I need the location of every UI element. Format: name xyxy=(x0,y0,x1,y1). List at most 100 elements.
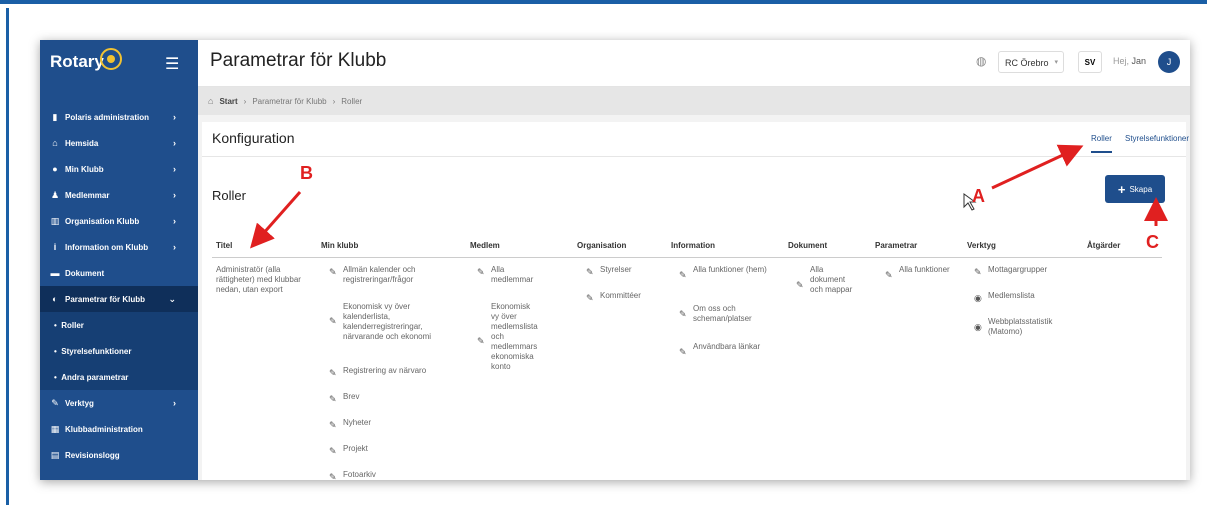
wrench-icon: ✎ xyxy=(51,398,59,408)
rotary-logo-text: Rotary xyxy=(50,52,104,71)
sidebar-subitem-andra-parametrar[interactable]: • Andra parametrar xyxy=(40,364,198,390)
edit-icon[interactable]: ✎ xyxy=(885,270,893,280)
perm-label: Medlemslista xyxy=(988,291,1035,300)
folder-icon: ▬ xyxy=(50,268,60,278)
perm-item: ✎ Nyheter xyxy=(329,418,459,430)
sidebar-item-label: Polaris administration xyxy=(65,112,150,122)
globe-icon: ● xyxy=(52,164,58,174)
edit-icon[interactable]: ✎ xyxy=(329,446,337,456)
chevron-right-icon: › xyxy=(173,242,176,252)
config-card: Konfiguration Roller Styrelsefunktioner … xyxy=(202,122,1189,480)
sidebar-item-min-klubb[interactable]: ● Min Klubb › xyxy=(40,156,198,182)
language-button[interactable]: SV xyxy=(1078,51,1102,73)
perm-label: Fotoarkiv xyxy=(343,470,376,479)
edit-icon[interactable]: ✎ xyxy=(329,316,337,326)
edit-icon[interactable]: ✎ xyxy=(329,368,337,378)
edit-icon[interactable]: ✎ xyxy=(329,394,337,404)
perm-label: Webbplatsstatistik (Matomo) xyxy=(988,317,1053,336)
perm-label: Ekonomisk vy över medlemslista och medle… xyxy=(491,302,538,371)
perm-item: ✎ Styrelser xyxy=(586,265,666,277)
perm-label: Alla funktioner xyxy=(899,265,950,274)
chevron-right-icon: › xyxy=(173,216,176,226)
edit-icon[interactable]: ✎ xyxy=(586,293,594,303)
eye-icon[interactable]: ◉ xyxy=(974,322,982,332)
chevron-down-icon: ⌄ xyxy=(168,293,176,304)
perm-label: Nyheter xyxy=(343,418,372,427)
edit-icon[interactable]: ✎ xyxy=(329,420,337,430)
sidebar-item-information[interactable]: i Information om Klubb › xyxy=(40,234,198,260)
perm-item: ✎ Alla funktioner xyxy=(885,265,955,280)
breadcrumb-roller: Roller xyxy=(341,96,363,106)
sidebar-item-organisation[interactable]: ▥ Organisation Klubb › xyxy=(40,208,198,234)
sidebar-subitem-roller[interactable]: • Roller xyxy=(40,312,198,338)
col-header-atgarder: Åtgärder xyxy=(1087,241,1121,250)
sidebar-item-label: Hemsida xyxy=(65,138,99,148)
col-header-organisation: Organisation xyxy=(577,241,627,250)
eye-icon[interactable]: ◉ xyxy=(974,293,982,303)
edit-icon[interactable]: ✎ xyxy=(477,336,485,346)
menu-collapse-icon[interactable]: ☰ xyxy=(165,54,179,74)
sidebar-header: Rotary ☰ xyxy=(40,40,198,86)
avatar[interactable]: J xyxy=(1158,51,1180,73)
sidebar-item-parametrar[interactable]: ◐ Parametrar för Klubb ⌄ xyxy=(40,286,198,312)
sidebar-subitem-styrelsefunktioner[interactable]: • Styrelsefunktioner xyxy=(40,338,198,364)
club-select[interactable]: RC Örebro ▾ xyxy=(998,51,1064,73)
top-border xyxy=(0,0,1207,6)
chevron-right-icon: › xyxy=(173,164,176,174)
sidebar-item-medlemmar[interactable]: ♟ Medlemmar › xyxy=(40,182,198,208)
perm-label: Kommittéer xyxy=(600,291,641,300)
sidebar-spacer xyxy=(40,86,198,104)
chevron-right-icon: › xyxy=(173,190,176,200)
edit-icon[interactable]: ✎ xyxy=(679,270,687,280)
edit-icon[interactable]: ✎ xyxy=(974,267,982,277)
col-header-min-klubb: Min klubb xyxy=(321,241,359,250)
info-icon: i xyxy=(53,242,57,252)
page-title: Parametrar för Klubb xyxy=(210,50,387,71)
sidebar-item-label: Min Klubb xyxy=(65,164,104,174)
perm-label: Registrering av närvaro xyxy=(343,366,427,375)
sidebar-subitem-label: Andra parametrar xyxy=(61,372,129,382)
perm-item: ✎ Om oss och scheman/platser xyxy=(679,304,769,324)
edit-icon[interactable]: ✎ xyxy=(329,267,337,277)
sidebar-item-hemsida[interactable]: ⌂ Hemsida › xyxy=(40,130,198,156)
col-header-dokument: Dokument xyxy=(788,241,828,250)
sidebar-item-polaris[interactable]: ▮ Polaris administration › xyxy=(40,104,198,130)
sidebar-item-label: Dokument xyxy=(65,268,105,278)
sidebar-item-dokument[interactable]: ▬ Dokument xyxy=(40,260,198,286)
perm-label: Om oss och scheman/platser xyxy=(693,304,752,323)
card-header: Konfiguration Roller Styrelsefunktioner xyxy=(202,122,1189,157)
col-header-titel[interactable]: Titel xyxy=(216,241,232,250)
sidebar-subitem-label: Roller xyxy=(61,320,84,330)
globe-icon[interactable]: ◍ xyxy=(976,54,986,68)
section-title: Roller xyxy=(212,188,246,203)
perm-item: ✎ Alla medlemmar xyxy=(477,265,539,285)
row-title: Administratör (alla rättigheter) med klu… xyxy=(216,265,301,294)
sidebar-item-klubbadministration[interactable]: ▦ Klubbadministration xyxy=(40,416,198,442)
perm-label: Alla funktioner (hem) xyxy=(693,265,767,274)
perm-item: ◉ Medlemslista xyxy=(974,291,1084,303)
create-button[interactable]: + Skapa xyxy=(1105,175,1165,203)
edit-icon[interactable]: ✎ xyxy=(679,347,687,357)
sidebar-item-revisionslogg[interactable]: ▤ Revisionslogg xyxy=(40,442,198,468)
breadcrumb-parametrar[interactable]: Parametrar för Klubb xyxy=(252,97,326,106)
perm-item: ✎ Ekonomisk vy över kalenderlista, kalend… xyxy=(329,302,459,342)
edit-icon[interactable]: ✎ xyxy=(796,280,804,290)
tab-styrelsefunktioner[interactable]: Styrelsefunktioner xyxy=(1125,134,1189,143)
perm-label: Brev xyxy=(343,392,360,401)
top-header: Parametrar för Klubb ◍ RC Örebro ▾ SV Hej… xyxy=(198,40,1190,87)
perm-label: Ekonomisk vy över kalenderlista, kalende… xyxy=(343,302,432,341)
plus-icon: + xyxy=(1117,181,1126,197)
perm-label: Styrelser xyxy=(600,265,632,274)
edit-icon[interactable]: ✎ xyxy=(586,267,594,277)
home-icon: ⌂ xyxy=(52,138,58,148)
sidebar-item-verktyg[interactable]: ✎ Verktyg › xyxy=(40,390,198,416)
edit-icon[interactable]: ✎ xyxy=(679,309,687,319)
breadcrumb-start[interactable]: Start xyxy=(219,97,237,106)
edit-icon[interactable]: ✎ xyxy=(477,267,485,277)
main-area: Parametrar för Klubb ◍ RC Örebro ▾ SV Hej… xyxy=(198,40,1190,480)
user-name: Jan xyxy=(1131,56,1147,66)
home-icon[interactable]: ⌂ xyxy=(208,96,213,106)
tab-roller[interactable]: Roller xyxy=(1091,134,1112,153)
edit-icon[interactable]: ✎ xyxy=(329,472,337,480)
perm-item: ✎ Registrering av närvaro xyxy=(329,366,459,378)
